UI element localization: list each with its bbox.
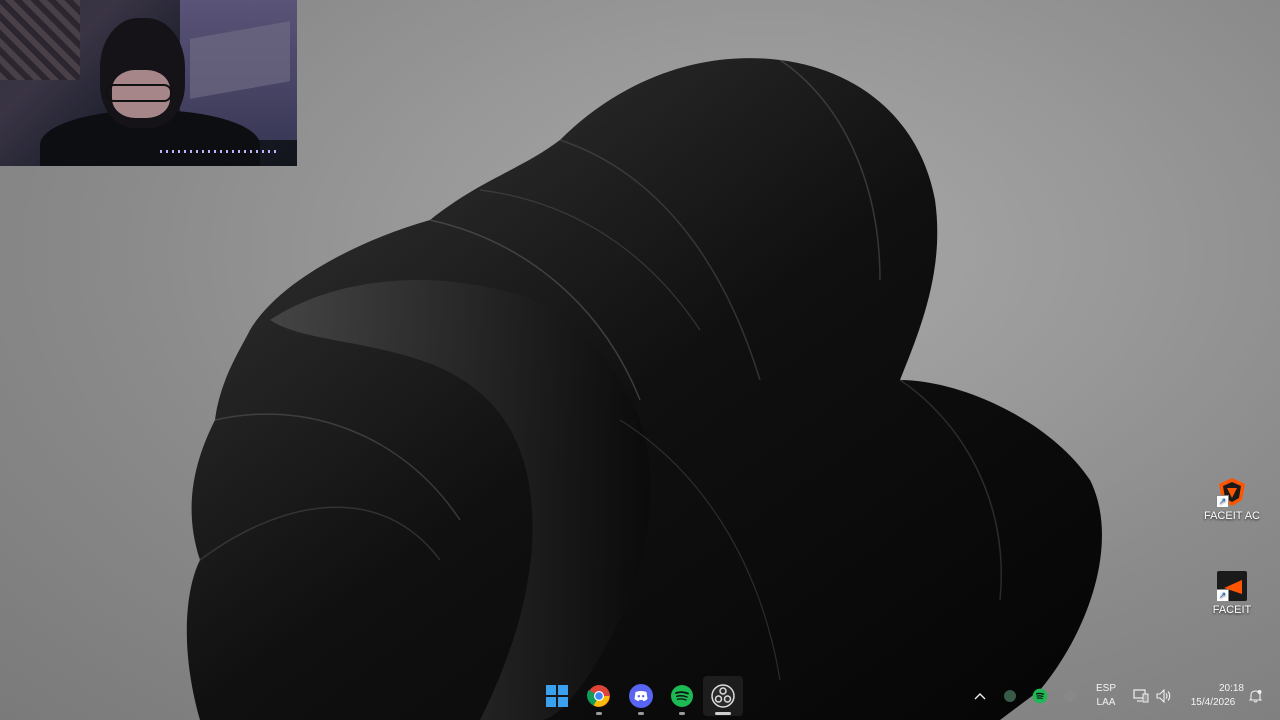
volume-icon <box>1156 689 1171 703</box>
windows-start-icon <box>546 685 568 707</box>
webcam-overlay <box>0 0 297 166</box>
obs-icon <box>711 684 735 708</box>
tray-app-green[interactable] <box>998 672 1022 720</box>
spotify-icon <box>1032 688 1048 704</box>
network-icon <box>1133 689 1149 703</box>
tray-overflow-button[interactable] <box>968 672 992 720</box>
taskbar-chrome-button[interactable] <box>579 676 619 716</box>
shortcut-arrow-icon: ↗ <box>1216 589 1229 602</box>
tray-hidden-app[interactable] <box>1058 672 1082 720</box>
tray-notifications[interactable] <box>1246 672 1264 720</box>
clock-time: 20:18 <box>1218 683 1244 694</box>
tray-volume[interactable] <box>1153 672 1175 720</box>
taskbar-obs-button[interactable] <box>703 676 743 716</box>
app-icon <box>1064 690 1076 702</box>
taskbar: ESP LAA 20:18 15/4/2026 <box>0 672 1280 720</box>
desktop-icon-label: FACEIT <box>1212 604 1252 616</box>
faceit-ac-icon: ↗ <box>1216 476 1248 508</box>
language-code: ESP <box>1095 683 1116 694</box>
taskbar-start-button[interactable] <box>537 676 577 716</box>
tray-spotify[interactable] <box>1028 672 1052 720</box>
tray-clock[interactable]: 20:18 15/4/2026 <box>1182 672 1244 720</box>
spotify-icon <box>671 685 693 707</box>
tray-network[interactable] <box>1130 672 1152 720</box>
notification-icon <box>1248 690 1262 703</box>
discord-icon <box>629 684 653 708</box>
desktop-icon-faceit-ac[interactable]: ↗ FACEIT AC <box>1197 476 1267 522</box>
shortcut-arrow-icon: ↗ <box>1216 495 1229 508</box>
chrome-icon <box>587 685 610 707</box>
clock-date: 15/4/2026 <box>1190 697 1236 708</box>
desktop-icon-faceit[interactable]: ↗ FACEIT <box>1197 570 1267 616</box>
faceit-icon: ↗ <box>1216 570 1248 602</box>
language-indicator[interactable]: ESP LAA <box>1088 672 1124 720</box>
taskbar-discord-button[interactable] <box>621 676 661 716</box>
chevron-up-icon <box>974 693 986 700</box>
app-status-icon <box>1004 690 1016 702</box>
desktop-icon-label: FACEIT AC <box>1203 510 1261 522</box>
keyboard-layout: LAA <box>1096 697 1116 708</box>
taskbar-spotify-button[interactable] <box>662 676 702 716</box>
